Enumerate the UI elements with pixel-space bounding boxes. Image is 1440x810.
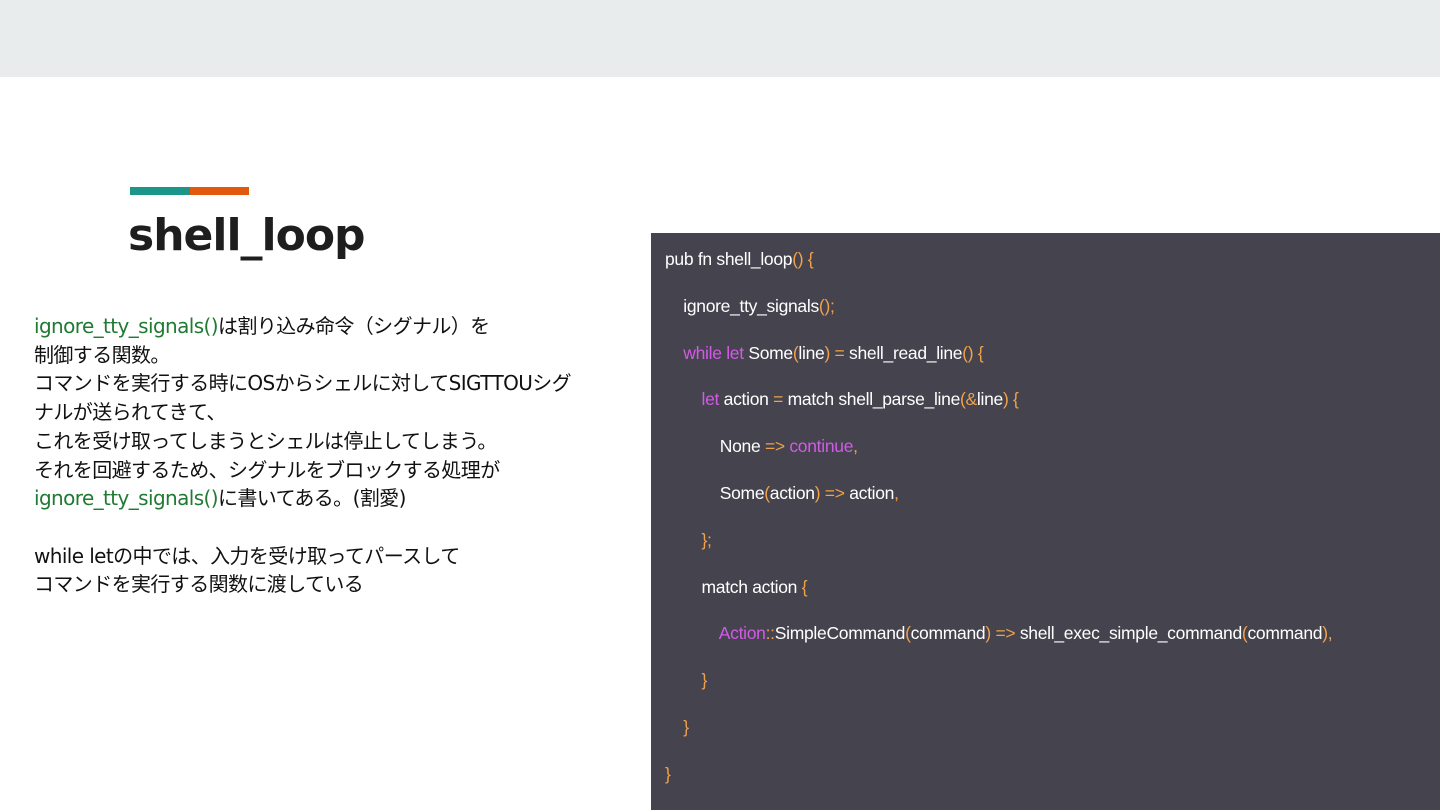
code-line: None => continue, — [665, 429, 1332, 476]
desc-text: に書いてある。(割愛) — [217, 486, 406, 511]
code-line: match action { — [665, 570, 1332, 617]
code-token: , — [853, 436, 858, 457]
desc-line-10: コマンドを実行する関数に渡している — [34, 572, 364, 597]
code-token: ignore_tty_signals — [665, 295, 819, 316]
code-token: command — [910, 623, 986, 644]
code-token: => — [764, 436, 785, 457]
code-keyword: Action — [665, 623, 766, 644]
code-token: ) => — [814, 482, 845, 503]
code-token: command — [1247, 623, 1323, 644]
code-token: match action — [665, 576, 802, 597]
code-line: } — [665, 710, 1332, 757]
code-token: action — [719, 389, 774, 410]
desc-line-9: while letの中では、入力を受け取ってパースして — [34, 543, 460, 568]
code-line: Action::SimpleCommand(command) => shell_… — [665, 616, 1333, 663]
code-token: pub fn shell_loop — [665, 249, 793, 269]
desc-text: は割り込み命令（シグナル）を — [217, 314, 490, 338]
code-token: line — [976, 389, 1003, 410]
title-accent-teal — [130, 187, 190, 195]
code-line: while let Some(line) = shell_read_line()… — [665, 336, 1332, 383]
code-token: SimpleCommand — [774, 623, 906, 644]
top-bar — [0, 0, 1440, 77]
code-token: ) => — [985, 623, 1016, 644]
code-token: shell_exec_simple_command — [1015, 623, 1242, 644]
code-token: } — [665, 716, 689, 737]
function-name: ignore_tty_signals() — [34, 486, 219, 511]
code-block: pub fn shell_loop() { ignore_tty_signals… — [665, 242, 1333, 804]
description-text: ignore_tty_signals()は割り込み命令（シグナル）を 制御する関… — [34, 312, 646, 599]
code-line: } — [665, 757, 1332, 804]
code-panel: pub fn shell_loop() { ignore_tty_signals… — [651, 233, 1440, 810]
code-token: } — [665, 763, 671, 784]
code-line: }; — [665, 523, 1332, 570]
code-token: () { — [792, 249, 814, 269]
code-token: action — [844, 482, 895, 503]
code-token: Some — [665, 482, 765, 503]
desc-line-6: それを回避するため、シグナルをブロックする処理が — [34, 457, 500, 482]
code-token: } — [665, 670, 708, 691]
code-token: None — [665, 436, 765, 457]
code-token: :: — [765, 623, 775, 644]
code-token: Some — [743, 342, 793, 363]
code-token: , — [894, 482, 899, 503]
code-token: action — [769, 482, 815, 503]
code-token: { — [801, 576, 808, 597]
desc-line-7: ignore_tty_signals()に書いてある。(割愛) — [34, 484, 646, 513]
code-token: match shell_parse_line — [783, 389, 961, 410]
code-token: ), — [1322, 623, 1333, 644]
code-token: = — [773, 389, 784, 410]
code-line: let action = match shell_parse_line(&lin… — [665, 382, 1332, 429]
code-keyword: let — [665, 389, 720, 410]
code-line: ignore_tty_signals(); — [665, 289, 1332, 336]
code-keyword: while let — [665, 342, 744, 363]
title-accent-orange — [190, 187, 249, 195]
code-line: Some(action) => action, — [665, 476, 1332, 523]
code-token: line — [798, 342, 825, 363]
code-token: }; — [665, 529, 712, 550]
code-token: ) = — [824, 342, 850, 363]
code-token: (); — [818, 295, 835, 316]
desc-line-5: これを受け取ってしまうとシェルは停止してしまう。 — [34, 428, 497, 453]
code-line: } — [665, 663, 1332, 710]
code-line: pub fn shell_loop() { — [665, 242, 1332, 289]
desc-line-3: コマンドを実行する時にOSからシェルに対してSIGTTOUシグ — [34, 371, 572, 396]
code-keyword: continue — [784, 436, 854, 457]
code-token: ) { — [1002, 389, 1019, 410]
desc-spacer — [34, 513, 646, 542]
code-token: shell_read_line — [849, 342, 963, 363]
slide-title: shell_loop — [128, 210, 366, 261]
desc-line-2: 制御する関数。 — [34, 342, 170, 367]
code-token: (& — [960, 389, 977, 410]
desc-line-1: ignore_tty_signals()は割り込み命令（シグナル）を — [34, 312, 646, 341]
code-token: () { — [962, 342, 984, 363]
desc-line-4: ナルが送られてきて、 — [34, 400, 226, 425]
function-name: ignore_tty_signals() — [34, 314, 219, 338]
